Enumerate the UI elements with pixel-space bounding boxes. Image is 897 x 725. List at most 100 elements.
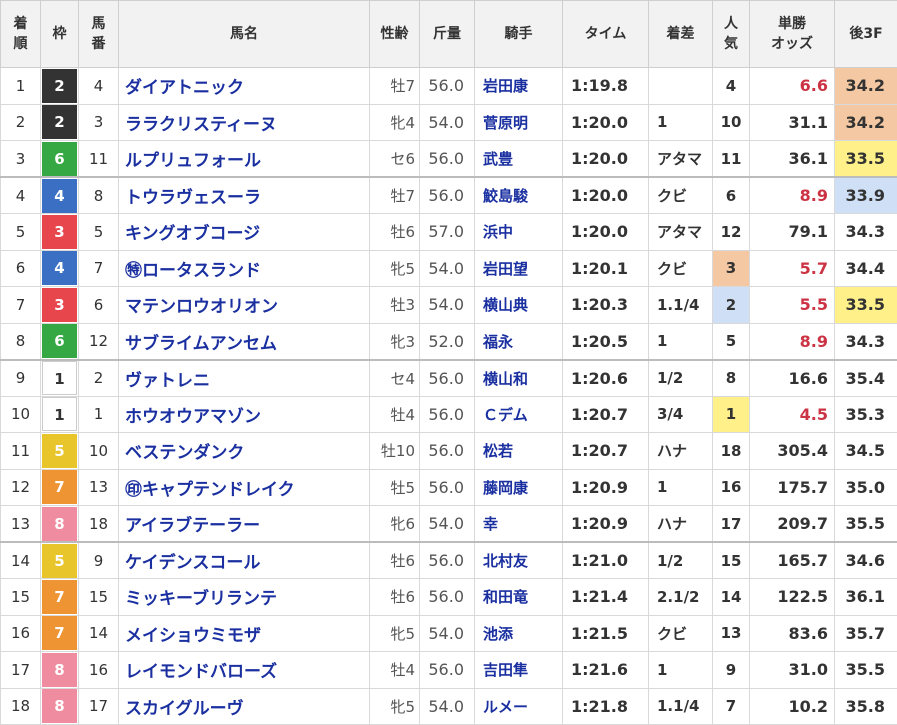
jockey-link[interactable]: ルメー <box>474 687 563 725</box>
waku-cell: 1 <box>40 395 79 433</box>
jockey-link[interactable]: 和田竜 <box>474 578 563 616</box>
waku-cell: 2 <box>40 103 79 141</box>
horse-name-link[interactable]: スカイグルーヴ <box>118 687 370 725</box>
waku-badge: 6 <box>42 141 77 176</box>
last-3f-time: 34.6 <box>834 541 897 579</box>
margin <box>648 67 713 105</box>
finish-position: 15 <box>0 578 41 616</box>
jockey-link[interactable]: 北村友 <box>474 541 563 579</box>
sex-age: 牡4 <box>369 395 420 433</box>
jockey-link[interactable]: 岩田康 <box>474 67 563 105</box>
win-odds: 6.6 <box>749 67 835 105</box>
race-time: 1:21.4 <box>562 578 649 616</box>
header-sex-age[interactable]: 性齢 <box>369 0 420 68</box>
race-time: 1:21.5 <box>562 614 649 652</box>
win-odds: 4.5 <box>749 395 835 433</box>
horse-number: 14 <box>78 614 119 652</box>
finish-position: 6 <box>0 249 41 287</box>
horse-name-link[interactable]: ㊞キャプテンドレイク <box>118 468 370 506</box>
horse-name-link[interactable]: ベステンダンク <box>118 432 370 470</box>
header-time[interactable]: タイム <box>562 0 649 68</box>
horse-name-link[interactable]: ララクリスティーヌ <box>118 103 370 141</box>
popularity: 15 <box>712 541 750 579</box>
popularity: 12 <box>712 213 750 251</box>
jockey-link[interactable]: 横山典 <box>474 286 563 324</box>
horse-name-link[interactable]: ㊕ロータスランド <box>118 249 370 287</box>
waku-badge: 4 <box>42 178 77 213</box>
horse-name-link[interactable]: ホウオウアマゾン <box>118 395 370 433</box>
horse-name-link[interactable]: マテンロウオリオン <box>118 286 370 324</box>
waku-cell: 4 <box>40 249 79 287</box>
finish-position: 16 <box>0 614 41 652</box>
header-horse-name[interactable]: 馬名 <box>118 0 370 68</box>
finish-position: 13 <box>0 505 41 543</box>
horse-name-link[interactable]: アイラブテーラー <box>118 505 370 543</box>
last-3f-time: 35.0 <box>834 468 897 506</box>
jockey-link[interactable]: 福永 <box>474 322 563 360</box>
horse-name-link[interactable]: レイモンドバローズ <box>118 651 370 689</box>
waku-cell: 3 <box>40 213 79 251</box>
jockey-link[interactable]: 池添 <box>474 614 563 652</box>
race-time: 1:20.0 <box>562 213 649 251</box>
last-3f-time: 35.5 <box>834 651 897 689</box>
header-horse-number[interactable]: 馬番 <box>78 0 119 68</box>
jockey-link[interactable]: 武豊 <box>474 140 563 178</box>
table-row: 4 4 8 トウラヴェスーラ 牡7 56.0 鮫島駿 1:20.0 クビ 6 8… <box>0 176 897 214</box>
last-3f-time: 34.3 <box>834 322 897 360</box>
finish-position: 7 <box>0 286 41 324</box>
waku-badge: 2 <box>42 68 77 103</box>
header-last-3f[interactable]: 後3F <box>834 0 897 68</box>
sex-age: 牡6 <box>369 541 420 579</box>
header-jockey[interactable]: 騎手 <box>474 0 563 68</box>
carried-weight: 56.0 <box>419 541 475 579</box>
table-row: 3 6 11 ルプリュフォール セ6 56.0 武豊 1:20.0 アタマ 11… <box>0 140 897 178</box>
table-row: 7 3 6 マテンロウオリオン 牡3 54.0 横山典 1:20.3 1.1/4… <box>0 286 897 324</box>
header-margin[interactable]: 着差 <box>648 0 713 68</box>
horse-name-link[interactable]: サブライムアンセム <box>118 322 370 360</box>
race-time: 1:21.8 <box>562 687 649 725</box>
horse-number: 17 <box>78 687 119 725</box>
carried-weight: 57.0 <box>419 213 475 251</box>
horse-name-link[interactable]: ヴァトレニ <box>118 358 370 397</box>
last-3f-time: 35.7 <box>834 614 897 652</box>
popularity: 11 <box>712 140 750 178</box>
jockey-link[interactable]: 岩田望 <box>474 249 563 287</box>
header-weight[interactable]: 斤量 <box>419 0 475 68</box>
horse-name-link[interactable]: キングオブコージ <box>118 213 370 251</box>
header-popularity[interactable]: 人気 <box>712 0 750 68</box>
jockey-link[interactable]: Ｃデム <box>474 395 563 433</box>
margin: ハナ <box>648 505 713 543</box>
waku-badge: 8 <box>42 689 77 724</box>
header-waku[interactable]: 枠 <box>40 0 79 68</box>
jockey-link[interactable]: 吉田隼 <box>474 651 563 689</box>
jockey-link[interactable]: 浜中 <box>474 213 563 251</box>
horse-name-link[interactable]: ダイアトニック <box>118 67 370 105</box>
race-time: 1:20.7 <box>562 395 649 433</box>
jockey-link[interactable]: 松若 <box>474 432 563 470</box>
jockey-link[interactable]: 鮫島駿 <box>474 176 563 214</box>
horse-number: 12 <box>78 322 119 360</box>
horse-name-link[interactable]: ケイデンスコール <box>118 541 370 579</box>
horse-name-link[interactable]: ミッキーブリランテ <box>118 578 370 616</box>
jockey-link[interactable]: 幸 <box>474 505 563 543</box>
waku-badge: 3 <box>42 287 77 322</box>
table-row: 13 8 18 アイラブテーラー 牝6 54.0 幸 1:20.9 ハナ 17 … <box>0 505 897 543</box>
table-row: 1 2 4 ダイアトニック 牡7 56.0 岩田康 1:19.8 4 6.6 3… <box>0 67 897 105</box>
sex-age: 牝3 <box>369 322 420 360</box>
last-3f-time: 35.4 <box>834 358 897 397</box>
popularity: 4 <box>712 67 750 105</box>
jockey-link[interactable]: 横山和 <box>474 358 563 397</box>
race-time: 1:20.5 <box>562 322 649 360</box>
header-rank[interactable]: 着順 <box>0 0 41 68</box>
margin: 1 <box>648 103 713 141</box>
header-win-odds[interactable]: 単勝 オッズ <box>749 0 835 68</box>
last-3f-time: 35.5 <box>834 505 897 543</box>
jockey-link[interactable]: 藤岡康 <box>474 468 563 506</box>
last-3f-time: 34.2 <box>834 67 897 105</box>
horse-name-link[interactable]: メイショウミモザ <box>118 614 370 652</box>
horse-number: 18 <box>78 505 119 543</box>
jockey-link[interactable]: 菅原明 <box>474 103 563 141</box>
table-row: 10 1 1 ホウオウアマゾン 牡4 56.0 Ｃデム 1:20.7 3/4 1… <box>0 395 897 433</box>
horse-name-link[interactable]: ルプリュフォール <box>118 140 370 178</box>
horse-name-link[interactable]: トウラヴェスーラ <box>118 176 370 214</box>
